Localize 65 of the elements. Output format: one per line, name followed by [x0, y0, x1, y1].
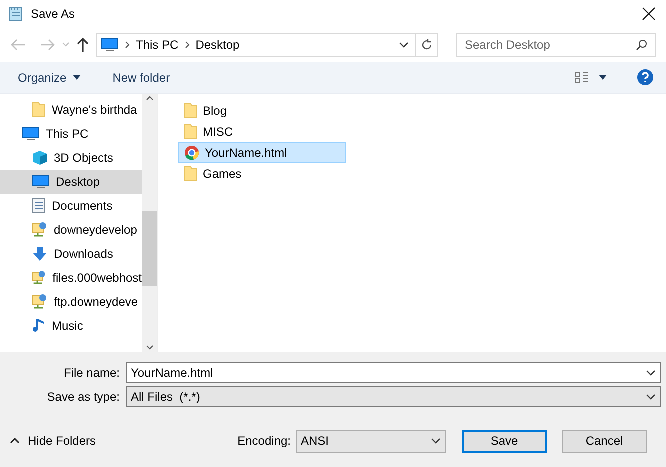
up-button[interactable] [76, 37, 90, 53]
save-button[interactable]: Save [462, 430, 547, 452]
file-item[interactable]: Blog [178, 100, 346, 121]
file-item[interactable]: MISC [178, 121, 346, 142]
network-drive-icon [32, 294, 48, 310]
address-dropdown-button[interactable] [399, 42, 409, 48]
encoding-label: Encoding: [238, 434, 291, 448]
chevron-right-icon [184, 41, 190, 49]
sidebar-item[interactable]: Desktop [0, 170, 142, 194]
chevron-right-icon [125, 41, 130, 49]
sidebar-item[interactable]: Wayne's birthda [0, 98, 142, 122]
network-drive-icon [32, 270, 47, 286]
cancel-button[interactable]: Cancel [562, 430, 647, 452]
document-icon [32, 198, 46, 214]
scroll-down-icon [146, 345, 154, 350]
folder-icon [32, 102, 46, 118]
folder-icon [184, 102, 198, 118]
view-options-button[interactable] [575, 72, 607, 84]
breadcrumb[interactable]: This PC [136, 38, 179, 52]
search-field[interactable]: Search Desktop [456, 33, 656, 57]
scroll-up-icon [146, 96, 154, 101]
organize-menu-button[interactable]: Organize [10, 66, 89, 88]
caret-down-icon [431, 438, 441, 444]
folder-icon [184, 166, 198, 182]
sidebar-item[interactable]: ftp.downeydeve [0, 290, 142, 314]
sidebar-item[interactable]: downeydevelop [0, 218, 142, 242]
search-icon [636, 39, 648, 51]
details-view-icon [575, 72, 589, 84]
cube-icon [32, 150, 48, 166]
file-item[interactable]: YourName.html [178, 142, 346, 163]
sidebar-item[interactable]: This PC [0, 122, 142, 146]
notepad-icon [8, 6, 24, 22]
caret-down-icon [599, 75, 607, 80]
refresh-icon [420, 39, 432, 51]
new-folder-button[interactable]: New folder [104, 66, 178, 88]
sidebar-item[interactable]: Downloads [0, 242, 142, 266]
download-icon [32, 246, 48, 262]
window-title: Save As [31, 7, 76, 21]
help-button[interactable] [637, 69, 654, 86]
sidebar-item[interactable]: files.000webhost [0, 266, 142, 290]
file-item[interactable]: Games [178, 163, 346, 184]
file-type-dropdown[interactable]: All Files (*.*) [126, 386, 661, 407]
monitor-icon [101, 38, 119, 52]
sidebar-item[interactable]: Music [0, 314, 142, 338]
caret-down-icon [646, 370, 656, 376]
music-note-icon [32, 318, 46, 334]
address-bar[interactable]: This PC Desktop [96, 33, 438, 57]
desktop-icon [32, 175, 50, 189]
field-label: File name: [62, 366, 120, 380]
network-drive-icon [32, 222, 48, 238]
encoding-dropdown[interactable]: ANSI [296, 430, 446, 452]
folder-icon [184, 124, 198, 140]
close-button[interactable] [642, 7, 656, 21]
field-label: Save as type: [46, 390, 120, 404]
hide-folders-button[interactable]: Hide Folders [10, 434, 96, 448]
browser-file-icon [184, 144, 200, 160]
caret-up-icon [10, 438, 20, 444]
caret-down-icon [72, 75, 81, 80]
breadcrumb[interactable]: Desktop [196, 38, 240, 52]
sidebar-item[interactable]: 3D Objects [0, 146, 142, 170]
file-name-field[interactable]: YourName.html [126, 362, 661, 383]
scrollbar[interactable] [142, 94, 157, 352]
computer-icon [22, 127, 40, 141]
caret-down-icon [646, 394, 656, 400]
sidebar-item[interactable]: Documents [0, 194, 142, 218]
